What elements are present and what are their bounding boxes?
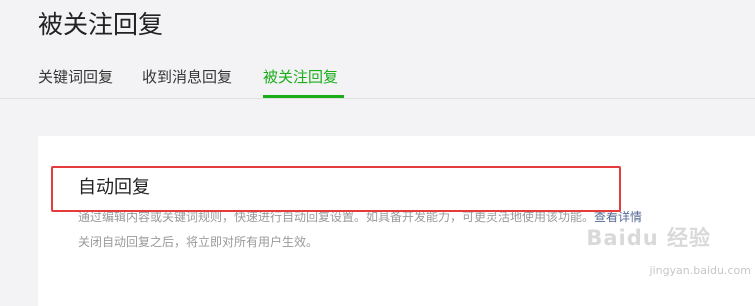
tab-follow-reply[interactable]: 被关注回复 [263, 66, 338, 88]
section-note: 关闭自动回复之后，将立即对所有用户生效。 [78, 235, 319, 249]
tab-bar: 关键词回复 收到消息回复 被关注回复 [0, 60, 755, 99]
tab-message-reply[interactable]: 收到消息回复 [142, 66, 232, 88]
watermark-logo: Baidu 经验 [586, 226, 711, 250]
description-text: 通过编辑内容或关键词规则，快速进行自动回复设置。如具备开发能力，可更灵活地使用该… [78, 210, 595, 224]
watermark-url: jingyan.baidu.com [649, 264, 751, 277]
highlight-box [51, 166, 621, 212]
tab-keyword-reply[interactable]: 关键词回复 [38, 66, 113, 88]
active-tab-indicator [263, 95, 344, 98]
page-title: 被关注回复 [38, 10, 164, 39]
